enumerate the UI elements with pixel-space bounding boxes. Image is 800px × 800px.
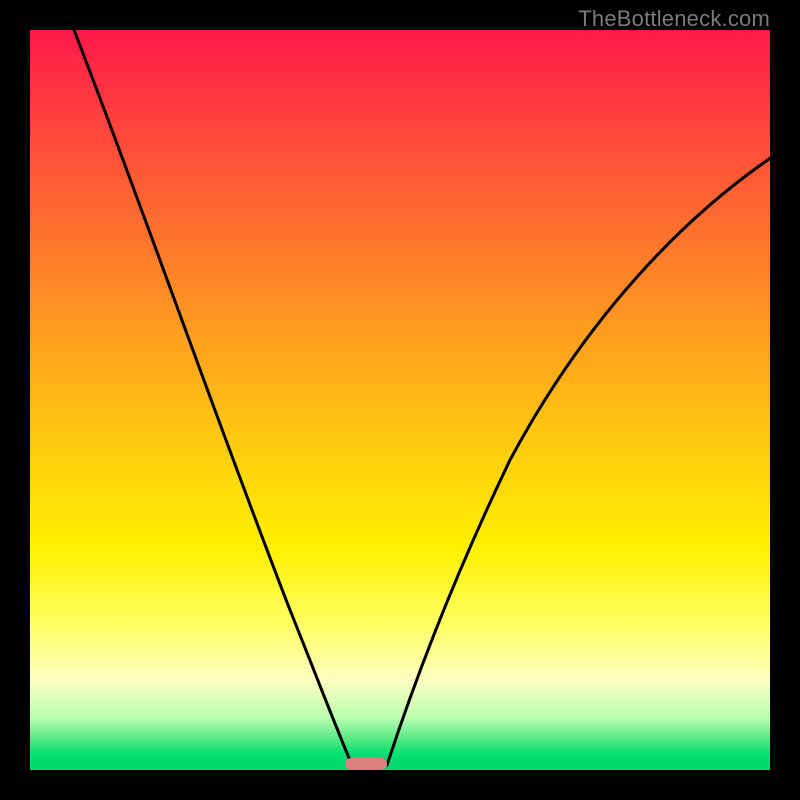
right-curve bbox=[387, 157, 772, 765]
left-curve bbox=[74, 30, 352, 765]
bottleneck-curves bbox=[30, 30, 770, 770]
plot-area bbox=[30, 30, 770, 770]
optimal-marker bbox=[345, 758, 387, 770]
watermark-text: TheBottleneck.com bbox=[578, 6, 770, 32]
chart-frame: TheBottleneck.com bbox=[0, 0, 800, 800]
